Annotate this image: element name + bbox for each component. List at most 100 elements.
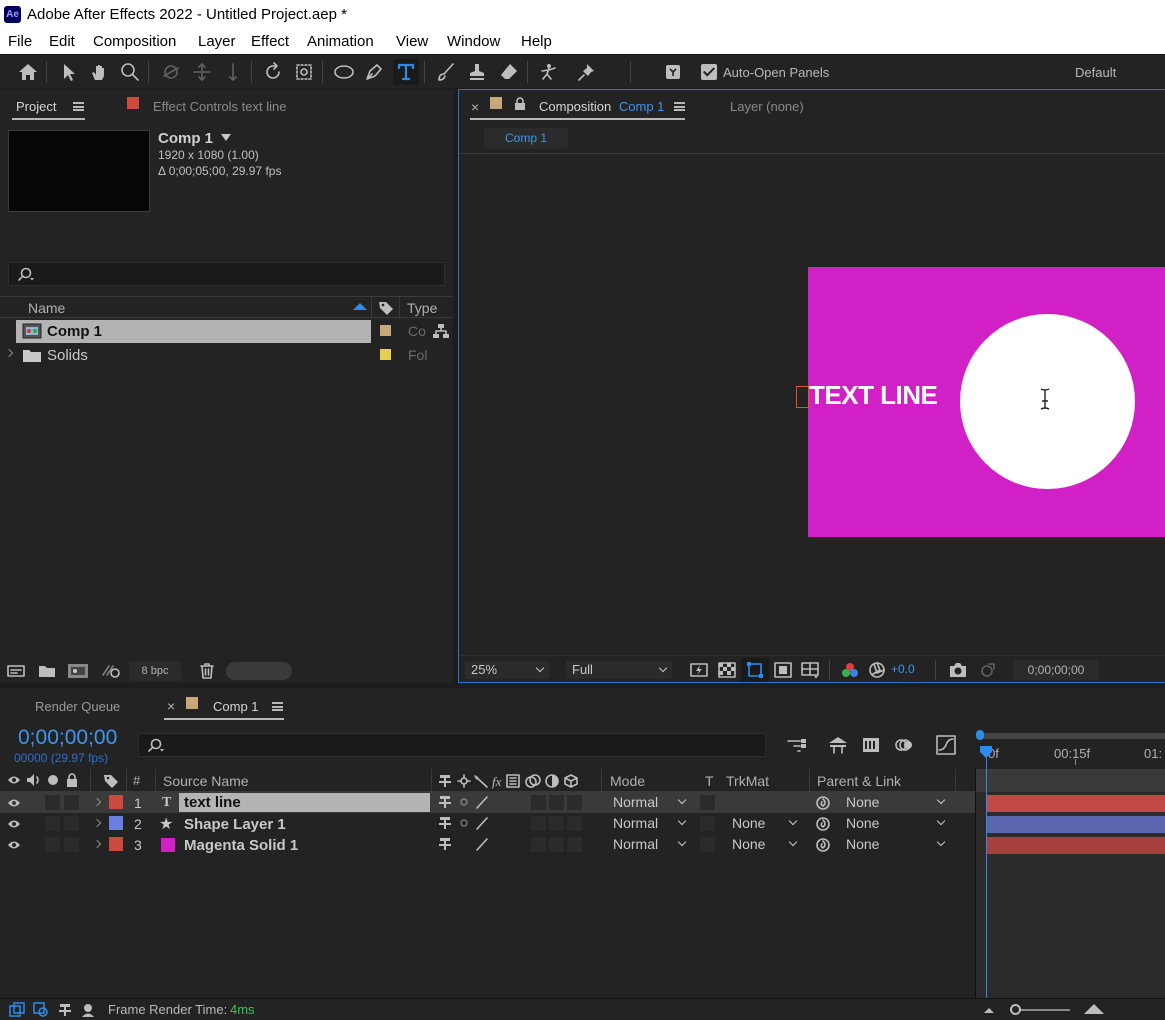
trash-icon[interactable]	[199, 662, 215, 680]
timeline-search-input[interactable]	[138, 733, 766, 757]
project-settings-icon[interactable]	[100, 663, 122, 679]
layer-bar-2[interactable]	[986, 816, 1165, 833]
lock-icon[interactable]	[65, 772, 79, 788]
layer-bar-1[interactable]	[986, 795, 1165, 812]
eye-icon[interactable]	[7, 818, 21, 830]
pick-whip-icon[interactable]	[815, 837, 831, 853]
layer-row-2[interactable]: 2 ★ Shape Layer 1 Normal None None	[0, 813, 975, 834]
work-area-start-handle[interactable]	[976, 730, 984, 740]
zoom-slider-knob[interactable]	[1010, 1004, 1021, 1015]
layer-switches-toggle-icon[interactable]	[33, 1002, 49, 1018]
eye-icon[interactable]	[7, 774, 21, 786]
layer-row-3[interactable]: 3 Magenta Solid 1 Normal None None	[0, 834, 975, 855]
menu-help[interactable]: Help	[521, 33, 552, 50]
layer-label-swatch[interactable]	[109, 795, 123, 809]
playhead-line[interactable]	[986, 751, 987, 998]
timeline-tracks[interactable]	[976, 792, 1165, 998]
current-time-display[interactable]: 0;00;00;00	[18, 726, 117, 750]
pen-tool-icon[interactable]	[361, 59, 387, 85]
new-composition-icon[interactable]	[67, 663, 89, 679]
snapping-icon[interactable]	[660, 59, 686, 85]
interpret-footage-icon[interactable]	[6, 663, 26, 679]
lock-icon[interactable]	[514, 97, 526, 111]
column-name[interactable]: Name	[28, 300, 65, 316]
chevron-right-icon[interactable]	[92, 797, 102, 807]
layer-row-1[interactable]: 1 T text line Normal None	[0, 792, 975, 813]
column-parent-link[interactable]: Parent & Link	[817, 773, 901, 789]
layer-mode-dropdown[interactable]: Normal	[607, 814, 691, 832]
project-item-comp[interactable]: Comp 1 Co	[0, 320, 453, 343]
layer-trkmat-dropdown[interactable]: None	[726, 814, 802, 832]
sort-ascending-icon[interactable]	[353, 303, 367, 310]
comp-viewport[interactable]: TEXT LINE	[459, 154, 1165, 655]
layer-label-swatch[interactable]	[109, 837, 123, 851]
thumbnail-zoom-slider[interactable]	[226, 662, 292, 680]
anchor-point-tool-icon[interactable]	[291, 59, 317, 85]
layer-parent-dropdown[interactable]: None	[840, 814, 950, 832]
project-item-solids-label[interactable]	[380, 349, 391, 360]
tab-layer[interactable]: Layer (none)	[730, 99, 804, 114]
column-number[interactable]: #	[133, 773, 140, 788]
panel-menu-icon[interactable]	[674, 102, 685, 111]
column-trkmat[interactable]: TrkMat	[726, 773, 769, 789]
tab-render-queue[interactable]: Render Queue	[35, 699, 120, 714]
column-preserve-transparency[interactable]: T	[705, 773, 714, 789]
layer-switches[interactable]	[437, 836, 497, 852]
close-icon[interactable]: ×	[167, 698, 175, 714]
layer-parent-dropdown[interactable]: None	[840, 835, 950, 853]
transparency-grid-icon[interactable]	[718, 662, 736, 678]
breadcrumb[interactable]: Comp 1	[484, 128, 568, 149]
composition-mini-flowchart-icon[interactable]	[786, 736, 808, 754]
grid-guides-icon[interactable]	[800, 661, 820, 679]
layer-trkmat-dropdown[interactable]: None	[726, 835, 802, 853]
menu-edit[interactable]: Edit	[49, 33, 75, 50]
flowchart-icon[interactable]	[432, 323, 450, 339]
zoom-out-icon[interactable]	[982, 1005, 996, 1015]
new-folder-icon[interactable]	[37, 663, 57, 679]
menu-layer[interactable]: Layer	[198, 33, 236, 50]
menu-file[interactable]: File	[8, 33, 32, 50]
dolly-camera-icon[interactable]	[220, 59, 246, 85]
canvas-text-line[interactable]: TEXT LINE	[809, 380, 938, 411]
project-item-solids[interactable]: Solids Fol	[0, 344, 453, 367]
render-queue-icon[interactable]	[80, 1002, 98, 1018]
layer-bar-3[interactable]	[986, 837, 1165, 854]
fast-previews-icon[interactable]	[690, 662, 708, 678]
pick-whip-icon[interactable]	[815, 816, 831, 832]
chevron-down-icon[interactable]	[221, 134, 232, 141]
layer-name-field[interactable]: text line	[179, 793, 430, 812]
zoom-dropdown[interactable]: 25%	[465, 661, 549, 679]
chevron-right-icon[interactable]	[92, 818, 102, 828]
zoom-in-icon[interactable]	[1082, 1003, 1106, 1015]
transfer-controls-icon[interactable]	[57, 1002, 73, 1018]
pick-whip-icon[interactable]	[815, 795, 831, 811]
auto-open-panels-checkbox[interactable]	[701, 64, 717, 83]
tab-effect-controls[interactable]: Effect Controls text line	[153, 99, 286, 114]
hand-tool-icon[interactable]	[86, 59, 112, 85]
color-management-icon[interactable]	[868, 661, 886, 679]
puppet-pin-tool-icon[interactable]	[574, 59, 600, 85]
label-tag-icon[interactable]	[103, 773, 119, 789]
home-icon[interactable]	[15, 59, 41, 85]
show-snapshot-icon[interactable]	[977, 661, 997, 679]
layer-parent-dropdown[interactable]: None	[840, 793, 950, 811]
mask-visibility-toggle[interactable]	[741, 658, 769, 682]
chevron-right-icon[interactable]	[4, 348, 14, 358]
clone-stamp-tool-icon[interactable]	[464, 59, 490, 85]
menu-composition[interactable]: Composition	[93, 33, 176, 50]
menu-effect[interactable]: Effect	[251, 33, 289, 50]
eraser-tool-icon[interactable]	[496, 59, 522, 85]
layer-switches[interactable]	[437, 794, 497, 810]
ellipse-tool-icon[interactable]	[331, 59, 357, 85]
orbit-camera-icon[interactable]	[158, 59, 184, 85]
draft-3d-icon[interactable]	[827, 735, 849, 755]
work-area-bar[interactable]	[980, 733, 1165, 739]
label-tag-icon[interactable]	[378, 300, 394, 316]
layer-label-swatch[interactable]	[109, 816, 123, 830]
audio-icon[interactable]	[26, 773, 42, 787]
workspace-default[interactable]: Default	[1075, 65, 1116, 80]
graph-editor-icon[interactable]	[935, 734, 957, 756]
resolution-dropdown[interactable]: Full	[566, 661, 672, 679]
render-time-toggle-icon[interactable]	[9, 1002, 25, 1018]
region-of-interest-icon[interactable]	[774, 662, 792, 678]
